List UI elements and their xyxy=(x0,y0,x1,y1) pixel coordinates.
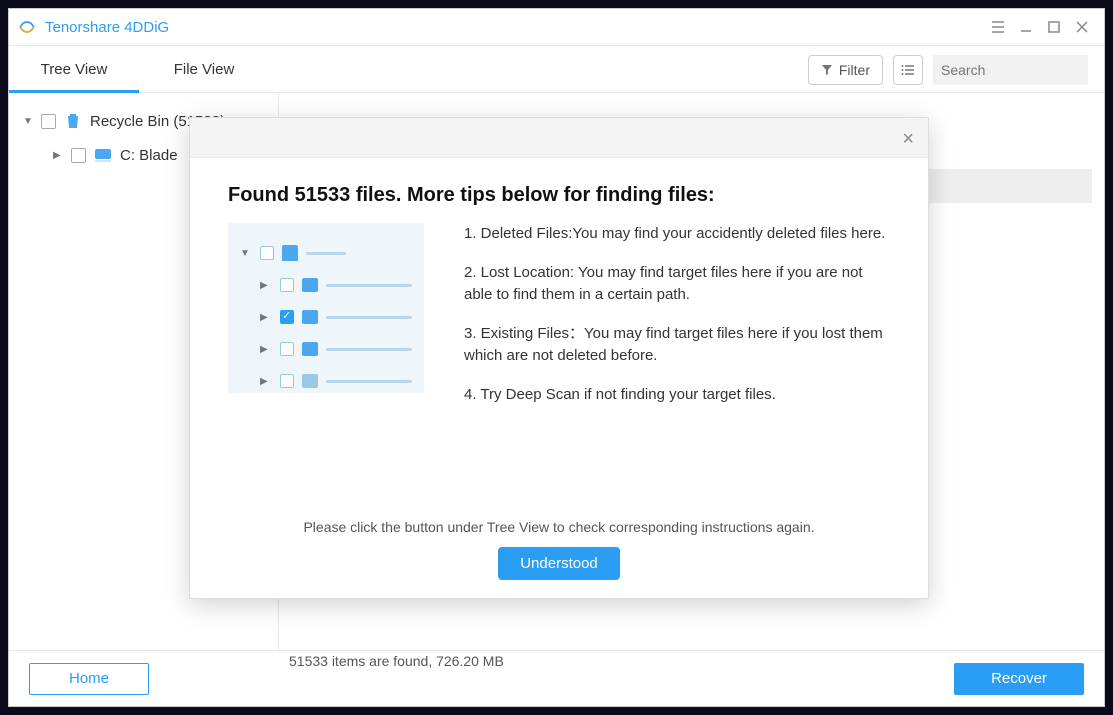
minimize-button[interactable] xyxy=(1012,13,1040,41)
filter-icon xyxy=(821,64,833,76)
filter-label: Filter xyxy=(839,62,870,78)
tip-item: 1. Deleted Files:You may find your accid… xyxy=(464,223,890,246)
modal-hint: Please click the button under Tree View … xyxy=(190,519,928,535)
recycle-bin-icon xyxy=(64,112,82,130)
modal-body: ▼ ▶ ▶ ▶ ▶ 1. Deleted Files:You may find … xyxy=(190,223,928,422)
search-input[interactable] xyxy=(941,62,1113,78)
menu-button[interactable] xyxy=(984,13,1012,41)
app-title: Tenorshare 4DDiG xyxy=(45,19,169,36)
app-logo-icon xyxy=(17,17,37,37)
modal-close-button[interactable]: × xyxy=(902,128,914,151)
titlebar: Tenorshare 4DDiG xyxy=(9,9,1104,45)
list-icon xyxy=(901,63,915,77)
modal-footer: Please click the button under Tree View … xyxy=(190,519,928,580)
caret-right-icon[interactable]: ▶ xyxy=(53,150,63,161)
illustration: ▼ ▶ ▶ ▶ ▶ xyxy=(228,223,424,393)
checkbox[interactable] xyxy=(71,148,86,163)
tip-item: 4. Try Deep Scan if not finding your tar… xyxy=(464,384,890,407)
tab-tree-view[interactable]: Tree View xyxy=(9,46,139,92)
modal-title: Found 51533 files. More tips below for f… xyxy=(190,158,928,223)
search-box[interactable] xyxy=(933,55,1088,85)
tips-list: 1. Deleted Files:You may find your accid… xyxy=(464,223,890,422)
drive-icon xyxy=(94,146,112,164)
close-button[interactable] xyxy=(1068,13,1096,41)
app-window: Tenorshare 4DDiG Tree View File View Fil… xyxy=(8,8,1105,707)
tree-label: C: Blade xyxy=(120,147,178,164)
home-button[interactable]: Home xyxy=(29,663,149,695)
list-view-button[interactable] xyxy=(893,55,923,85)
tip-item: 2. Lost Location: You may find target fi… xyxy=(464,262,890,307)
recover-button[interactable]: Recover xyxy=(954,663,1084,695)
caret-down-icon[interactable]: ▼ xyxy=(23,116,33,127)
understood-button[interactable]: Understood xyxy=(498,547,620,580)
tips-modal: × Found 51533 files. More tips below for… xyxy=(189,117,929,599)
toolbar: Tree View File View Filter xyxy=(9,45,1104,93)
checkbox[interactable] xyxy=(41,114,56,129)
tab-label: File View xyxy=(174,61,235,78)
filter-button[interactable]: Filter xyxy=(808,55,883,85)
footer: Home Recover xyxy=(9,650,1104,706)
view-tabs: Tree View File View xyxy=(9,46,269,92)
tip-item: 3. Existing Files：You may find target fi… xyxy=(464,323,890,368)
tab-file-view[interactable]: File View xyxy=(139,46,269,92)
maximize-button[interactable] xyxy=(1040,13,1068,41)
tab-label: Tree View xyxy=(41,61,108,78)
modal-header xyxy=(190,118,928,158)
